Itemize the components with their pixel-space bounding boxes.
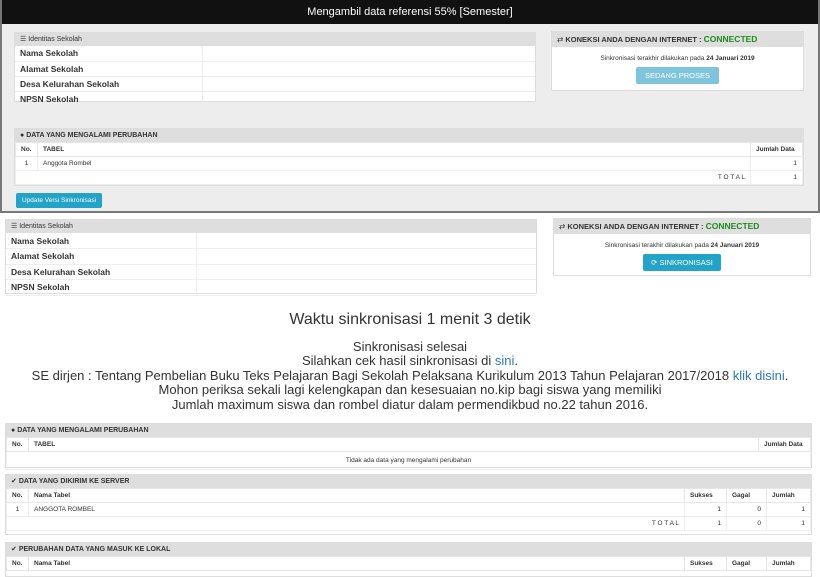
changes-panel: ● DATA YANG MENGALAMI PERUBAHAN No. TABE…: [14, 128, 804, 186]
label-alamat-sekolah: Alamat Sekolah: [15, 61, 203, 77]
sync-progress-modal: Mengambil data referensi 55% [Semester] …: [0, 0, 820, 213]
info-icon: ●: [20, 132, 25, 139]
connection-panel-main: ⇄ KONEKSI ANDA DENGAN INTERNET : CONNECT…: [553, 218, 811, 276]
table-row: 1 ANGGOTA ROMBEL 1 0 1: [6, 502, 811, 517]
last-sync-date: 24 Januari 2019: [706, 55, 755, 62]
label-desa-kelurahan: Desa Kelurahan Sekolah: [6, 264, 197, 280]
identity-table: Nama Sekolah Alamat Sekolah Desa Kelurah…: [6, 233, 536, 296]
table-header-row: No. TABEL Jumlah Data: [6, 437, 811, 452]
changes-panel-main: ● DATA YANG MENGALAMI PERUBAHAN No. TABE…: [5, 423, 812, 470]
table-row: Alamat Sekolah: [6, 248, 536, 265]
list-icon: ☰: [11, 223, 18, 230]
identity-panel-main: ☰ Identitas Sekolah Nama Sekolah Alamat …: [5, 219, 537, 296]
value-desa-kelurahan: [196, 264, 536, 280]
refresh-icon: ⟳: [651, 258, 658, 267]
connection-status: CONNECTED: [705, 221, 760, 231]
label-alamat-sekolah: Alamat Sekolah: [6, 248, 197, 265]
table-header-row: No. Nama Tabel Sukses Gagal Jumlah: [6, 488, 811, 503]
total-row: T O T A L 1: [15, 170, 803, 185]
sync-message: Sinkronisasi selesai Silahkan cek hasil …: [31, 339, 789, 412]
connection-status: CONNECTED: [703, 34, 758, 44]
table-row: Desa Kelurahan Sekolah: [15, 76, 535, 92]
last-sync-text: Sinkronisasi terakhir dilakukan pada: [604, 242, 709, 249]
label-desa-kelurahan: Desa Kelurahan Sekolah: [15, 76, 203, 92]
changes-panel-header: ● DATA YANG MENGALAMI PERUBAHAN: [6, 424, 811, 437]
changes-table: No. TABEL Jumlah Data Tidak ada data yan…: [6, 437, 811, 470]
empty-message: Tidak ada data yang mengalami perubahan: [6, 451, 811, 470]
info-icon: ●: [11, 427, 16, 434]
sync-duration: Waktu sinkronisasi 1 menit 3 detik: [289, 311, 531, 328]
identity-panel: ☰ Identitas Sekolah Nama Sekolah Alamat …: [14, 32, 536, 107]
value-npsn: [201, 91, 535, 107]
table-row: Nama Sekolah: [6, 233, 536, 249]
label-nama-sekolah: Nama Sekolah: [15, 46, 203, 62]
label-npsn: NPSN Sekolah: [6, 279, 197, 296]
check-icon: ✔: [11, 478, 17, 485]
value-nama-sekolah: [196, 233, 536, 249]
sent-panel-header: ✔ DATA YANG DIKIRIM KE SERVER: [6, 475, 811, 488]
sent-table: No. Nama Tabel Sukses Gagal Jumlah 1 ANG…: [6, 488, 811, 531]
table-header-row: No. TABEL Jumlah Data: [15, 142, 803, 157]
table-row: Desa Kelurahan Sekolah: [6, 264, 536, 280]
identity-panel-header: ☰ Identitas Sekolah: [6, 220, 536, 233]
total-row: T O T A L 1 0 1: [6, 516, 811, 531]
progress-header: Mengambil data referensi 55% [Semester]: [2, 0, 818, 24]
value-alamat-sekolah: [201, 61, 535, 77]
label-npsn: NPSN Sekolah: [15, 91, 203, 107]
table-row: 1 Anggota Rombel 1: [15, 156, 803, 171]
connection-panel: ⇄ KONEKSI ANDA DENGAN INTERNET : CONNECT…: [551, 31, 804, 91]
circular-link[interactable]: klik disini: [733, 368, 785, 383]
label-nama-sekolah: Nama Sekolah: [6, 233, 197, 249]
value-nama-sekolah: [201, 46, 535, 62]
sync-button[interactable]: ⟳ SINKRONISASI: [643, 254, 721, 271]
table-row: NPSN Sekolah: [15, 91, 535, 107]
connection-panel-header: ⇄ KONEKSI ANDA DENGAN INTERNET : CONNECT…: [552, 32, 803, 47]
exchange-icon: ⇄: [559, 222, 566, 231]
identity-panel-header: ☰ Identitas Sekolah: [15, 33, 535, 46]
last-sync-text: Sinkronisasi terakhir dilakukan pada: [600, 55, 705, 62]
exchange-icon: ⇄: [557, 35, 564, 44]
changes-panel-header: ● DATA YANG MENGALAMI PERUBAHAN: [15, 129, 803, 142]
check-icon: ✔: [11, 546, 17, 553]
value-desa-kelurahan: [201, 76, 535, 92]
local-panel-header: ✔ PERUBAHAN DATA YANG MASUK KE LOKAL: [6, 543, 811, 556]
connection-panel-header: ⇄ KONEKSI ANDA DENGAN INTERNET : CONNECT…: [554, 219, 810, 234]
table-header-row: No. Nama Tabel Sukses Gagal Jumlah: [6, 556, 811, 571]
table-row: Tidak ada data yang mengalami perubahan: [6, 451, 811, 470]
result-link[interactable]: sini: [495, 353, 515, 368]
identity-table: Nama Sekolah Alamat Sekolah Desa Kelurah…: [15, 46, 535, 107]
local-table: No. Nama Tabel Sukses Gagal Jumlah: [6, 556, 811, 571]
changes-table: No. TABEL Jumlah Data 1 Anggota Rombel 1…: [15, 142, 803, 185]
value-npsn: [196, 279, 536, 296]
table-row: Alamat Sekolah: [15, 61, 535, 77]
processing-button[interactable]: SEDANG PROSES: [635, 67, 720, 84]
last-sync-date: 24 Januari 2019: [710, 242, 760, 249]
value-alamat-sekolah: [196, 248, 536, 265]
sent-panel: ✔ DATA YANG DIKIRIM KE SERVER No. Nama T…: [5, 474, 812, 535]
table-row: NPSN Sekolah: [6, 279, 536, 296]
local-panel: ✔ PERUBAHAN DATA YANG MASUK KE LOKAL No.…: [5, 542, 812, 577]
list-icon: ☰: [20, 36, 27, 43]
table-row: Nama Sekolah: [15, 46, 535, 62]
update-version-button[interactable]: Update Versi Sinkronisasi: [16, 193, 103, 208]
